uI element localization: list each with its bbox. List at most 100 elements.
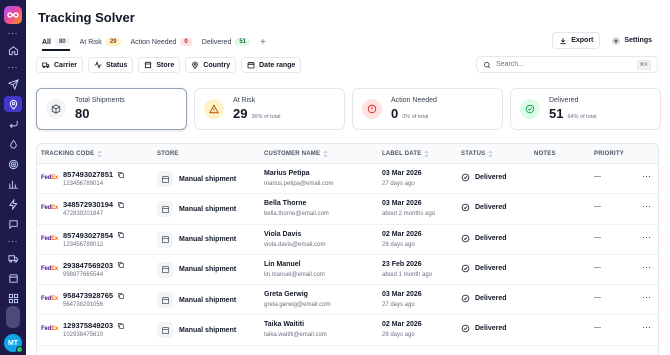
card-delivered[interactable]: Delivered 51 64% of total xyxy=(510,88,661,130)
chat-icon[interactable] xyxy=(4,216,22,232)
customer-email: taika.waititi@email.com xyxy=(264,332,327,339)
customer-email: lin.manuel@email.com xyxy=(264,271,325,278)
row-menu-icon[interactable]: ⋯ xyxy=(642,262,651,273)
send-icon[interactable] xyxy=(4,76,22,92)
bolt-icon[interactable] xyxy=(4,196,22,212)
tab-label: All xyxy=(42,38,51,46)
tracking-code: 958473928765 xyxy=(63,291,125,300)
row-menu-icon[interactable]: ⋯ xyxy=(642,232,651,243)
copy-icon[interactable] xyxy=(117,201,125,209)
more-dots-icon[interactable]: ... xyxy=(8,27,19,38)
card-at-risk[interactable]: At Risk 29 36% of total xyxy=(194,88,345,130)
tracking-code: 293847569203 xyxy=(63,261,125,270)
summary-cards: Total Shipments 80 At Risk 29 36% of tot… xyxy=(36,88,661,130)
truck-icon[interactable] xyxy=(4,250,22,266)
activity-icon xyxy=(94,61,102,69)
column-header-store[interactable]: STORE xyxy=(157,151,179,157)
row-menu-icon[interactable]: ⋯ xyxy=(642,292,651,303)
truck-icon xyxy=(42,62,50,69)
priority-value: — xyxy=(594,173,601,180)
location-pin-icon[interactable] xyxy=(4,96,22,112)
store-cell: Manual shipment xyxy=(157,292,236,309)
tab-action-needed[interactable]: Action Needed 0 xyxy=(131,35,192,49)
filter-label: Carrier xyxy=(54,61,77,69)
tracking-subcode: 998877665544 xyxy=(63,271,104,278)
more-dots-icon[interactable]: ... xyxy=(8,61,19,72)
filter-carrier[interactable]: Carrier xyxy=(36,57,83,73)
table-row[interactable]: FedEx 348572930194 472839201847 Manual s… xyxy=(37,194,658,225)
active-tab-indicator xyxy=(42,49,70,51)
table-header: TRACKING CODE STORE CUSTOMER NAME LABEL … xyxy=(37,144,658,164)
card-subtext: 64% of total xyxy=(567,114,597,120)
more-dots-icon[interactable]: ... xyxy=(8,235,19,246)
export-button[interactable]: Export xyxy=(552,32,601,49)
card-label: Delivered xyxy=(549,97,579,104)
status-cell: Delivered xyxy=(461,234,507,243)
settings-label: Settings xyxy=(624,37,652,44)
home-icon[interactable] xyxy=(4,42,22,58)
tab-count-badge: 80 xyxy=(54,38,70,46)
store-name: Manual shipment xyxy=(179,175,237,183)
copy-icon[interactable] xyxy=(117,171,125,179)
target-icon[interactable] xyxy=(4,156,22,172)
table-row[interactable]: FedEx 129375849203 102938475610 Manual s… xyxy=(37,315,658,346)
filter-country[interactable]: Country xyxy=(185,57,237,73)
tracking-code-value: 857493027854 xyxy=(63,230,114,240)
column-header-status[interactable]: STATUS xyxy=(461,151,493,157)
column-header-tracking-code[interactable]: TRACKING CODE xyxy=(41,151,102,157)
column-header-priority[interactable]: PRIORITY xyxy=(594,151,624,157)
tracking-code-value: 958473928765 xyxy=(63,291,114,301)
search-input[interactable] xyxy=(496,61,632,68)
table-row[interactable]: FedEx 857493027851 123456789014 Manual s… xyxy=(37,164,658,195)
check-circle-icon xyxy=(461,294,470,303)
filter-store[interactable]: Store xyxy=(138,57,181,73)
app-logo-icon[interactable] xyxy=(4,6,22,24)
row-menu-icon[interactable]: ⋯ xyxy=(642,322,651,333)
alert-circle-icon xyxy=(362,99,382,119)
page-title: Tracking Solver xyxy=(38,10,135,25)
tab-delivered[interactable]: Delivered 51 xyxy=(202,35,251,49)
column-label: STORE xyxy=(157,151,179,157)
table-row[interactable]: FedEx 857493027854 123456789012 Manual s… xyxy=(37,225,658,255)
store-cell: Manual shipment xyxy=(157,322,236,339)
copy-icon[interactable] xyxy=(117,292,125,300)
row-menu-icon[interactable]: ⋯ xyxy=(642,201,651,212)
copy-icon[interactable] xyxy=(117,231,125,239)
sort-icon xyxy=(323,151,328,157)
table-row[interactable]: FedEx 958473928765 564738291056 Manual s… xyxy=(37,285,658,316)
sidebar-toggle[interactable] xyxy=(6,306,20,328)
priority-value: — xyxy=(594,203,601,211)
settings-button[interactable]: Settings xyxy=(606,32,658,49)
page-actions: Export Settings xyxy=(552,32,658,49)
add-tab-button[interactable]: + xyxy=(260,37,266,48)
card-value: 29 xyxy=(233,106,248,121)
return-arrow-icon[interactable] xyxy=(4,116,22,132)
card-action-needed[interactable]: Action Needed 0 0% of total xyxy=(352,88,503,130)
row-menu-icon[interactable]: ⋯ xyxy=(642,171,651,182)
store-cell: Manual shipment xyxy=(157,231,236,248)
bar-chart-icon[interactable] xyxy=(4,176,22,192)
drop-icon[interactable] xyxy=(4,136,22,152)
tab-at-risk[interactable]: At Risk 29 xyxy=(80,35,121,49)
table-row[interactable]: FedEx 293847569203 998877665544 Manual s… xyxy=(37,255,658,286)
user-avatar[interactable]: MT xyxy=(4,334,23,353)
fedex-logo: FedEx xyxy=(41,175,59,181)
warning-icon xyxy=(204,99,224,119)
column-header-notes[interactable]: NOTES xyxy=(534,151,556,157)
tab-all[interactable]: All 80 xyxy=(42,35,70,49)
column-header-label-date[interactable]: LABEL DATE xyxy=(382,151,429,157)
store-icon[interactable] xyxy=(4,270,22,286)
card-total-shipments[interactable]: Total Shipments 80 xyxy=(36,88,187,130)
check-circle-icon xyxy=(461,325,470,333)
apps-grid-icon[interactable] xyxy=(4,290,22,306)
customer-name: Lin Manuel xyxy=(264,260,301,268)
tab-label: At Risk xyxy=(79,38,102,46)
sort-icon xyxy=(98,151,102,157)
column-header-customer-name[interactable]: CUSTOMER NAME xyxy=(264,151,328,157)
copy-icon[interactable] xyxy=(117,322,125,330)
check-circle-icon xyxy=(461,173,470,182)
filter-label: Status xyxy=(105,61,128,69)
filter-status[interactable]: Status xyxy=(87,57,134,73)
copy-icon[interactable] xyxy=(117,261,125,269)
filter-date-range[interactable]: Date range xyxy=(241,57,302,73)
